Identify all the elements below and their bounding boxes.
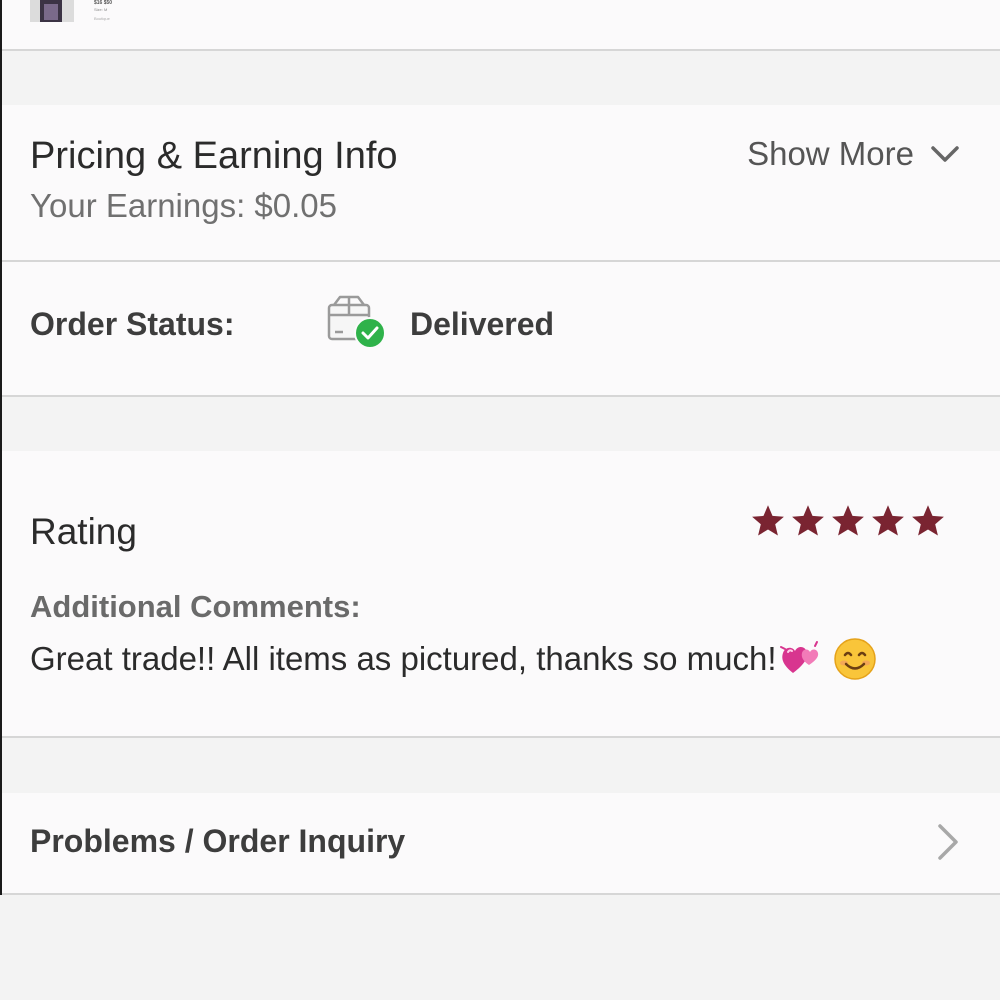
problems-order-inquiry-label: Problems / Order Inquiry [30,823,406,859]
order-status-label: Order Status: [30,306,235,342]
divider [2,395,1000,397]
show-more-label: Show More [747,135,914,172]
product-size: Size: M [94,7,108,12]
order-status-section: Order Status: Delivered [2,262,1000,396]
product-image-detail [44,4,58,20]
divider [2,49,1000,51]
product-price: $16 $50 [94,0,113,6]
product-summary[interactable]: $16 $50 Size: M Boutique [2,0,1000,50]
earnings-text: Your Earnings: $0.05 [30,187,338,224]
rating-title: Rating [30,511,137,552]
comment-row: Great trade!! All items as pictured, tha… [30,637,877,681]
rating-section: Rating Additional Comments: Great trade!… [2,451,1000,737]
problems-order-inquiry-row[interactable]: Problems / Order Inquiry [2,793,1000,894]
pricing-title: Pricing & Earning Info [30,135,398,177]
chevron-down-icon [931,146,959,162]
star-icon [872,505,904,536]
pricing-section: Pricing & Earning Info Your Earnings: $0… [2,105,1000,260]
star-rating [750,503,946,539]
star-icon [912,505,944,536]
product-brand: Boutique [94,16,110,21]
chevron-right-icon [938,824,958,860]
show-more-button[interactable]: Show More [747,135,960,173]
order-status-value: Delivered [410,306,555,342]
additional-comments-label: Additional Comments: [30,589,361,624]
smiling-face-emoji-icon [833,638,876,680]
star-icon [752,505,784,536]
divider [2,893,1000,895]
comment-text: Great trade!! All items as pictured, tha… [30,640,777,677]
two-hearts-emoji-icon [779,641,818,673]
star-icon [832,505,864,536]
divider [2,736,1000,738]
package-delivered-icon [327,295,386,349]
product-thumbnail[interactable] [30,0,74,22]
star-icon [792,505,824,536]
